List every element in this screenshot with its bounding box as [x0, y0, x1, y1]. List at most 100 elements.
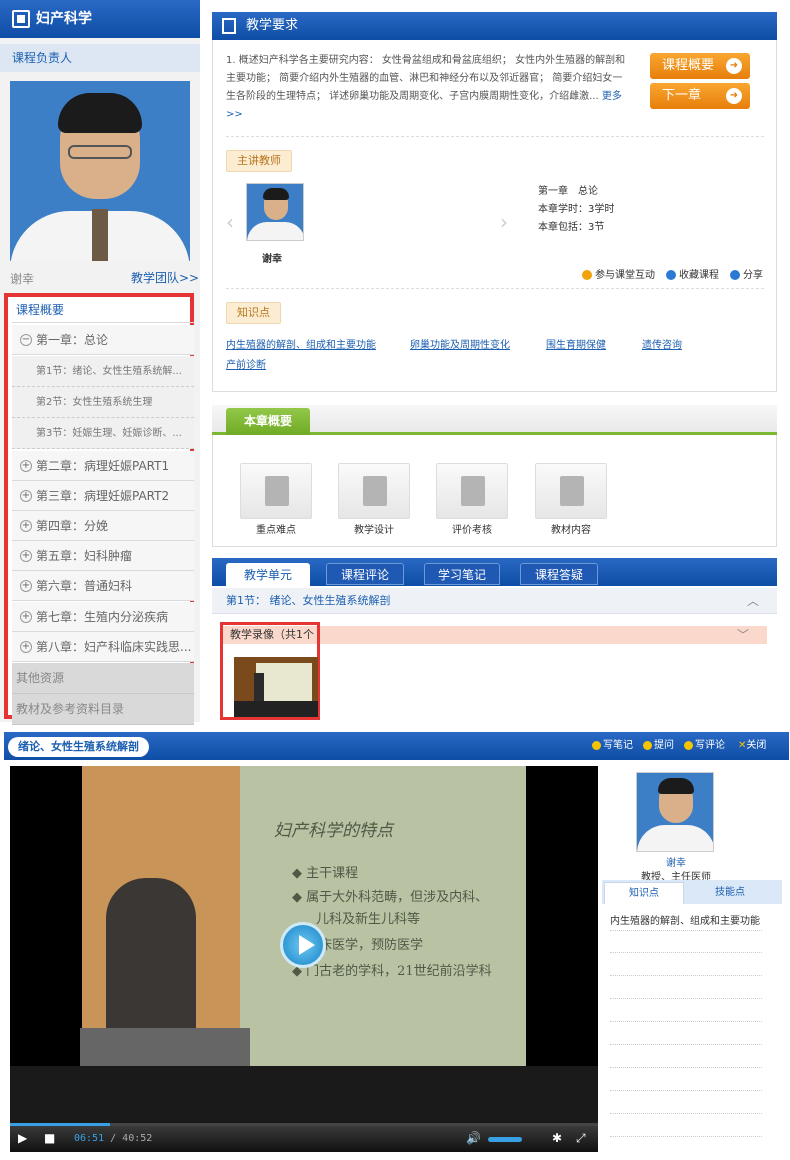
lecturer-photo[interactable]: [246, 183, 304, 241]
tab-comments[interactable]: 课程评论: [326, 563, 404, 585]
divider: [610, 998, 762, 999]
arrow-right-icon: ➜: [726, 88, 742, 104]
nav-section-2[interactable]: 第2节：女性生殖系统生理: [12, 387, 194, 418]
comment-icon: [684, 740, 693, 750]
expand-icon[interactable]: +: [20, 520, 32, 532]
course-overview-button[interactable]: 课程概要 ➜: [650, 53, 750, 79]
nav-chapter-label: 第七章：生殖内分泌疾病: [36, 610, 169, 624]
share-action[interactable]: 分享: [730, 266, 763, 281]
tab-knowledge[interactable]: 知识点: [604, 882, 684, 904]
chevron-left-icon[interactable]: ‹: [226, 210, 234, 234]
pencil-icon: [592, 740, 601, 750]
expand-icon[interactable]: +: [20, 611, 32, 623]
owner-label: 课程负责人: [0, 44, 200, 72]
video-frame[interactable]: 妇产科学的特点 ◆ 主干课程 ◆ 属于大外科范畴，但涉及内科、 儿科及新生儿科等…: [10, 766, 598, 1126]
comment-button[interactable]: 写评论: [684, 737, 725, 755]
divider: [610, 1067, 762, 1068]
book-icon: [12, 10, 30, 28]
nav-chapter-2[interactable]: + 第二章：病理妊娠PART1: [12, 451, 194, 481]
lecturer-name[interactable]: 谢幸: [262, 250, 282, 265]
collapse-icon[interactable]: −: [20, 334, 32, 346]
kp-link-4[interactable]: 遗传咨询: [642, 336, 682, 351]
overview-tab[interactable]: 本章概要: [226, 408, 310, 435]
write-note-button[interactable]: 写笔记: [592, 737, 633, 755]
tab-teaching-units[interactable]: 教学单元: [226, 563, 310, 586]
expand-icon[interactable]: +: [20, 550, 32, 562]
divider: [610, 1090, 762, 1091]
nav-header[interactable]: 课程概要: [12, 297, 194, 323]
nav-materials[interactable]: 教材及参考资料目录: [12, 694, 194, 725]
ask-button[interactable]: 提问: [643, 737, 674, 755]
stop-icon[interactable]: ■: [44, 1131, 55, 1145]
chapter-hours: 本章学时：3学时: [538, 204, 615, 215]
document-icon: [222, 18, 236, 34]
chevron-right-icon[interactable]: ›: [500, 210, 508, 234]
interact-action[interactable]: 参与课堂互动: [582, 266, 655, 281]
divider: [610, 1044, 762, 1045]
expand-icon[interactable]: +: [20, 641, 32, 653]
nav-chapter-label: 第八章：妇产科临床实践思...: [36, 640, 192, 654]
nav-chapter-6[interactable]: + 第六章：普通妇科: [12, 571, 194, 601]
materials-tool[interactable]: [535, 463, 607, 519]
nav-chapter-4[interactable]: + 第四章：分娩: [12, 511, 194, 541]
nav-chapter-8[interactable]: + 第八章：妇产科临床实践思...: [12, 632, 194, 662]
nav-section-1[interactable]: 第1节：绪论、女性生殖系统解...: [12, 356, 194, 387]
expand-icon[interactable]: +: [20, 460, 32, 472]
play-overlay-icon[interactable]: [280, 922, 326, 968]
course-nav-highlight: 课程概要 − 第一章：总论 第1节：绪论、女性生殖系统解... 第2节：女性生殖…: [4, 293, 194, 725]
player-title: 绪论、女性生殖系统解剖: [8, 737, 149, 757]
tab-qa[interactable]: 课程答疑: [520, 563, 598, 585]
expand-icon[interactable]: +: [20, 490, 32, 502]
divider: [226, 136, 764, 137]
course-title-bar: 妇产科学: [0, 0, 200, 38]
tab-skills[interactable]: 技能点: [690, 882, 770, 904]
chevron-up-icon[interactable]: ︿: [747, 588, 759, 614]
slide-line: ◆ 属于大外科范畴，但涉及内科、: [292, 890, 489, 905]
kp-link-2[interactable]: 卵巢功能及周期性变化: [410, 336, 510, 351]
nav-chapter-label: 第六章：普通妇科: [36, 579, 133, 593]
divider: [610, 1136, 762, 1137]
time-display: 06:51 / 40:52: [74, 1133, 153, 1144]
nav-chapter-7[interactable]: + 第七章：生殖内分泌疾病: [12, 602, 194, 632]
divider: [226, 288, 764, 289]
smile-icon: [643, 740, 652, 750]
settings-icon[interactable]: ✱: [552, 1131, 562, 1145]
volume-slider[interactable]: [488, 1137, 522, 1142]
design-tool[interactable]: [338, 463, 410, 519]
requirements-title: 教学要求: [246, 18, 299, 33]
chapter-includes: 本章包括：3节: [538, 222, 605, 233]
nav-chapter-1[interactable]: − 第一章：总论: [12, 325, 194, 355]
tab-notes[interactable]: 学习笔记: [424, 563, 500, 585]
play-icon[interactable]: ▶: [18, 1131, 27, 1145]
kp-link-5[interactable]: 产前诊断: [226, 356, 266, 371]
requirements-text: 1. 概述妇产科学各主要研究内容： 女性骨盆组成和骨盆底组织； 女性内外生殖器的…: [226, 55, 626, 120]
nav-other-resources[interactable]: 其他资源: [12, 663, 194, 694]
fullscreen-icon[interactable]: ⤢: [576, 1131, 586, 1146]
expand-icon[interactable]: +: [20, 580, 32, 592]
slide-line: ◆ 主干课程: [292, 866, 359, 881]
divider: [610, 1021, 762, 1022]
time-current: 06:51: [74, 1133, 105, 1144]
volume-icon[interactable]: 🔊: [466, 1131, 481, 1145]
nav-section-3[interactable]: 第3节：妊娠生理、妊娠诊断、...: [12, 418, 194, 449]
assessment-tool[interactable]: [436, 463, 508, 519]
divider: [610, 975, 762, 976]
key-points-tool[interactable]: [240, 463, 312, 519]
chapter-info: 第一章 总论 本章学时：3学时 本章包括：3节: [538, 183, 614, 237]
grid-icon: [560, 476, 584, 506]
kp-link-1[interactable]: 内生殖器的解剖、组成和主要功能: [226, 336, 376, 351]
next-chapter-button[interactable]: 下一章 ➜: [650, 83, 750, 109]
nav-chapter-3[interactable]: + 第三章：病理妊娠PART2: [12, 481, 194, 511]
chapter-title: 第一章 总论: [538, 186, 598, 197]
chevron-down-icon[interactable]: ﹀: [737, 626, 749, 644]
side-knowledge-item[interactable]: 内生殖器的解剖、组成和主要功能: [610, 912, 760, 927]
close-button[interactable]: ✕关闭: [738, 737, 766, 755]
teaching-team-link[interactable]: 教学团队>>: [131, 269, 199, 286]
video-thumbnail[interactable]: [234, 657, 318, 717]
section-header[interactable]: 第1节： 绪论、女性生殖系统解剖 ︿: [212, 588, 777, 614]
pages-icon: [265, 476, 289, 506]
collect-action[interactable]: 收藏课程: [666, 266, 719, 281]
divider: [610, 1113, 762, 1114]
nav-chapter-5[interactable]: + 第五章：妇科肿瘤: [12, 541, 194, 571]
kp-link-3[interactable]: 围生育期保健: [546, 336, 606, 351]
